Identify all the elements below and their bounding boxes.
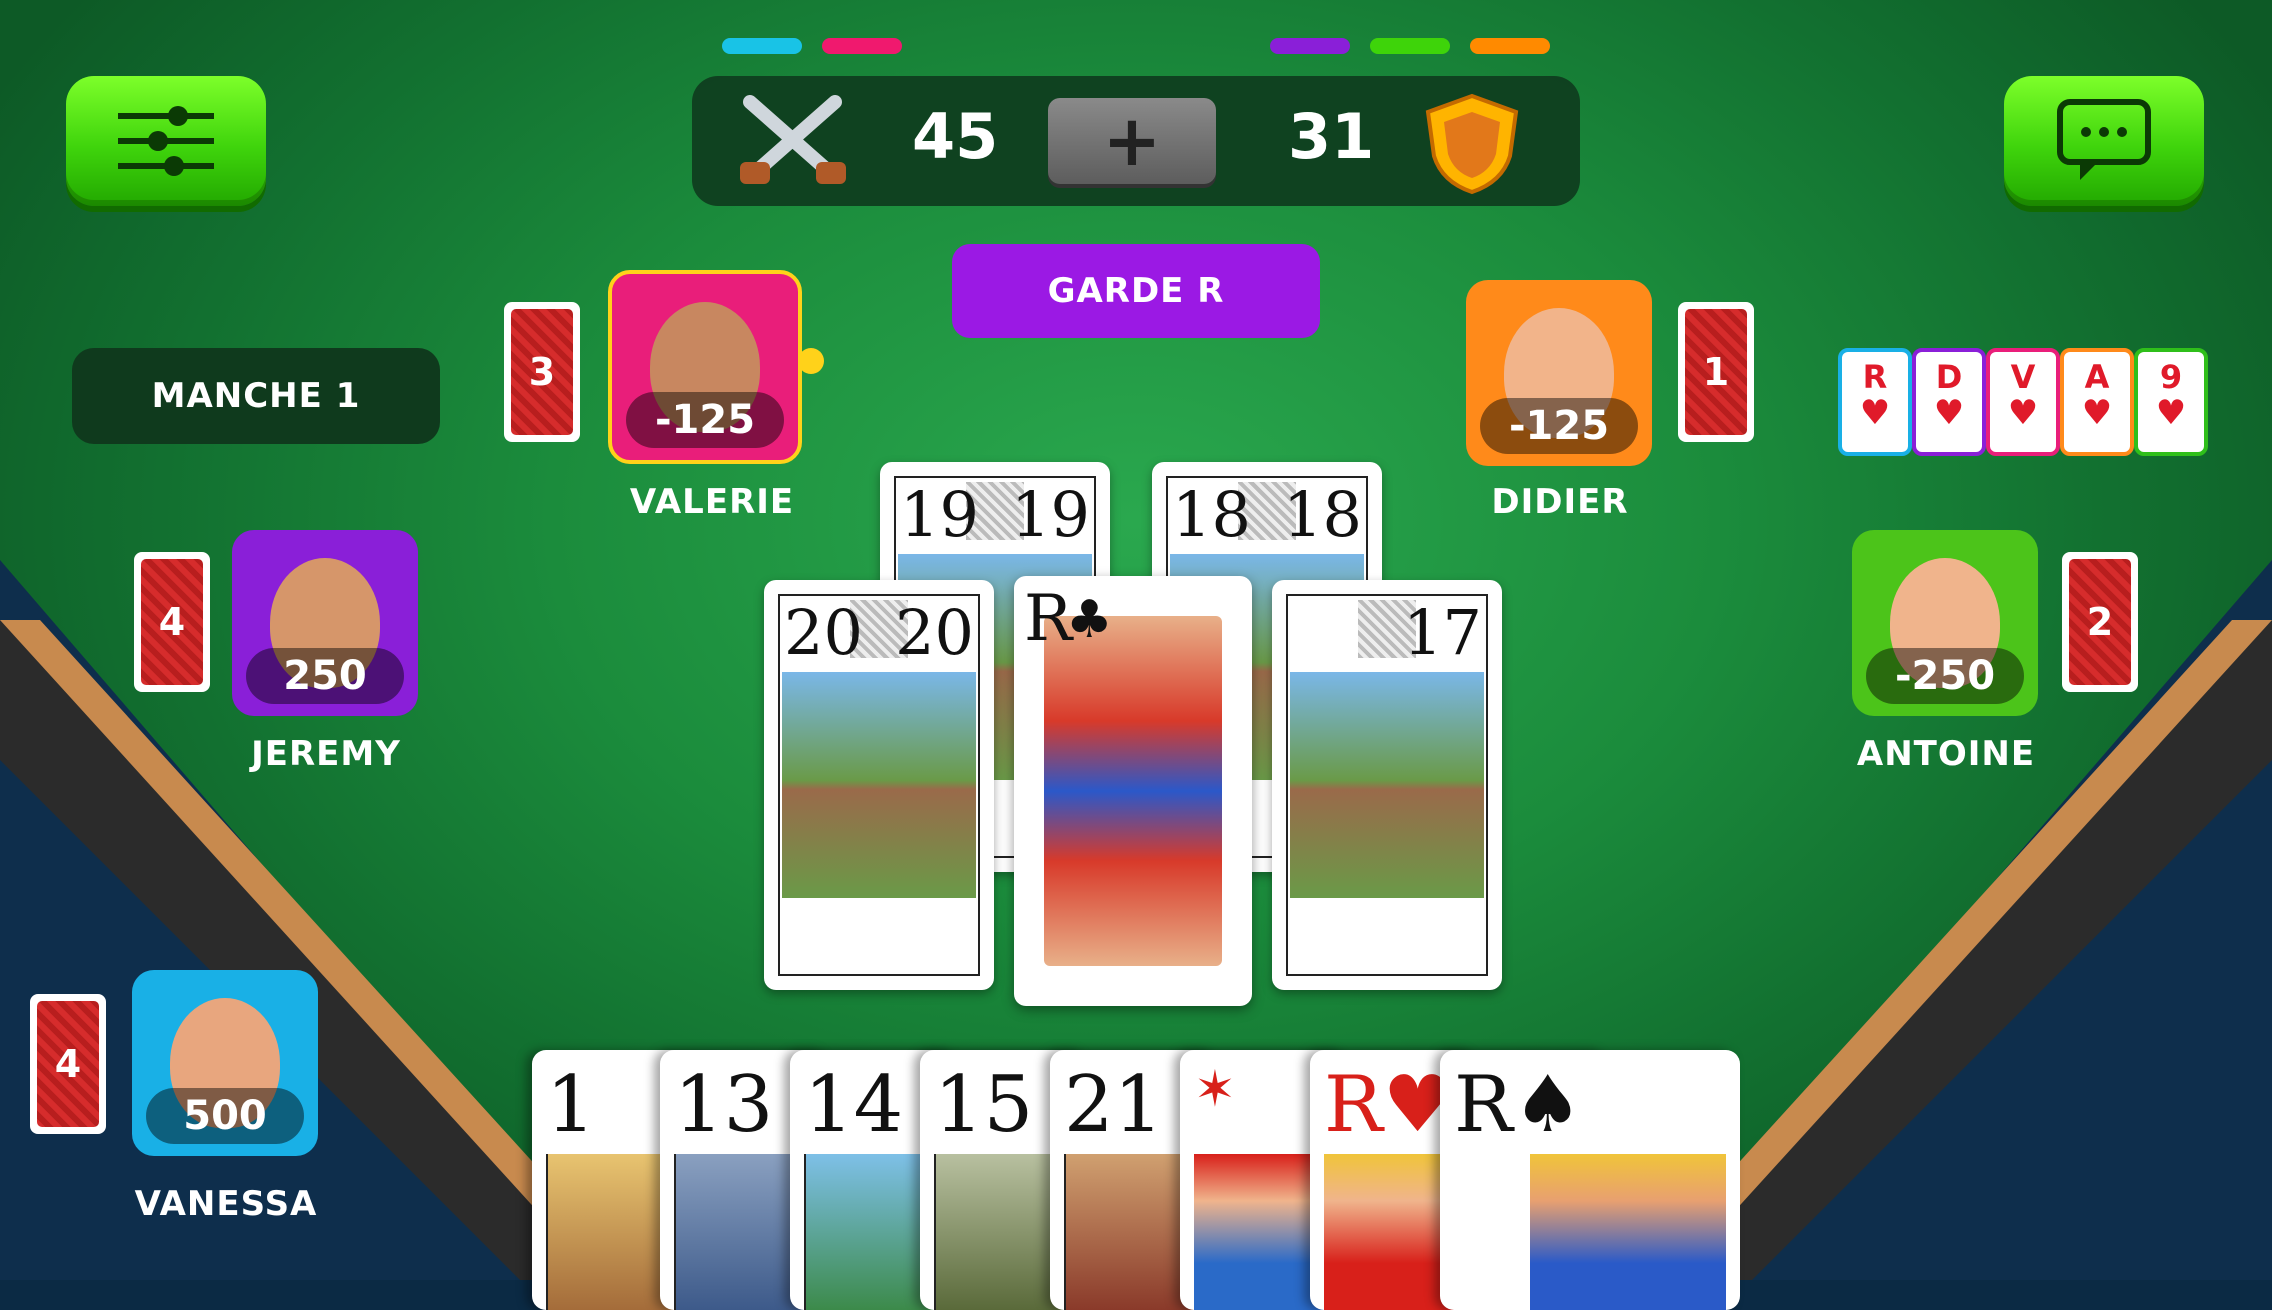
card-count-value: 4 <box>141 559 203 685</box>
hand-card-label: 13 <box>674 1060 774 1150</box>
called-card: V ♥ <box>1986 348 2060 456</box>
team-color-bar <box>722 38 802 54</box>
vanessa-score: 500 <box>146 1088 304 1144</box>
heart-icon: ♥ <box>2007 393 2039 433</box>
hand-card-label: ✶ <box>1194 1060 1236 1118</box>
card-count-value: 4 <box>37 1001 99 1127</box>
hand-card-label: 21 <box>1064 1060 1164 1150</box>
trick-card-king-clubs: R ♣ <box>1014 576 1252 1006</box>
hand-card-label: 1 <box>546 1060 596 1150</box>
heart-icon: ♥ <box>1859 393 1891 433</box>
team-color-bar <box>1270 38 1350 54</box>
team-color-bar <box>1470 38 1550 54</box>
valerie-avatar[interactable]: -125 <box>608 270 802 464</box>
hand-card-king-spades[interactable]: R♠ <box>1440 1050 1740 1310</box>
called-card-rank: V <box>2010 358 2036 396</box>
defense-score: 31 <box>1288 100 1375 173</box>
round-label: MANCHE 1 <box>72 348 440 444</box>
team-color-bar <box>1370 38 1450 54</box>
didier-name: DIDIER <box>1491 482 1629 522</box>
card-number: 19 <box>1011 478 1090 551</box>
hand-card-label: R♠ <box>1454 1060 1583 1150</box>
jeremy-score: 250 <box>246 648 404 704</box>
crossed-swords-icon <box>740 95 846 184</box>
vanessa-name: VANESSA <box>134 1184 318 1224</box>
called-card: D ♥ <box>1912 348 1986 456</box>
trick-card-17: 17 <box>1272 580 1502 990</box>
heart-icon: ♥ <box>1933 393 1965 433</box>
card-count-value: 1 <box>1685 309 1747 435</box>
card-number: 20 <box>895 596 974 669</box>
settings-button[interactable] <box>66 76 266 206</box>
team-color-bar <box>822 38 902 54</box>
called-card-rank: R <box>1862 358 1888 396</box>
jeremy-card-count: 4 <box>134 552 210 692</box>
trick-card-20: 20 20 <box>764 580 994 990</box>
card-number: 18 <box>1283 478 1362 551</box>
valerie-score: -125 <box>626 392 784 448</box>
card-number: 20 <box>784 596 863 669</box>
called-card: A ♥ <box>2060 348 2134 456</box>
valerie-card-count: 3 <box>504 302 580 442</box>
card-number: 18 <box>1172 478 1251 551</box>
antoine-card-count: 2 <box>2062 552 2138 692</box>
antoine-avatar[interactable]: -250 <box>1852 530 2038 716</box>
called-card-rank: 9 <box>2159 358 2183 396</box>
chat-bubble-icon <box>2057 99 2151 180</box>
turn-indicator <box>798 348 824 374</box>
shield-icon <box>1425 93 1519 195</box>
vanessa-avatar[interactable]: 500 <box>132 970 318 1156</box>
antoine-score: -250 <box>1866 648 2024 704</box>
club-icon: ♣ <box>1066 590 1113 650</box>
card-number: 17 <box>1403 596 1482 669</box>
add-points-button[interactable]: + <box>1048 98 1216 184</box>
hand-card-label: 15 <box>934 1060 1034 1150</box>
antoine-name: ANTOINE <box>1856 734 2036 774</box>
heart-icon: ♥ <box>2081 393 2113 433</box>
plus-icon: + <box>1102 100 1162 182</box>
called-card: 9 ♥ <box>2134 348 2208 456</box>
didier-card-count: 1 <box>1678 302 1754 442</box>
heart-icon: ♥ <box>2155 393 2187 433</box>
hand-card-label: 14 <box>804 1060 904 1150</box>
card-number: 19 <box>900 478 979 551</box>
jeremy-name: JEREMY <box>251 734 401 774</box>
card-rank: R <box>1024 582 1073 656</box>
attack-score: 45 <box>912 100 999 173</box>
card-count-value: 2 <box>2069 559 2131 685</box>
jeremy-avatar[interactable]: 250 <box>232 530 418 716</box>
contract-label: GARDE R <box>952 244 1320 338</box>
hand-card-label: R♥ <box>1324 1060 1453 1150</box>
called-card-rank: A <box>2084 358 2110 396</box>
sliders-icon <box>118 106 214 176</box>
didier-score: -125 <box>1480 398 1638 454</box>
card-count-value: 3 <box>511 309 573 435</box>
didier-avatar[interactable]: -125 <box>1466 280 1652 466</box>
called-card: R ♥ <box>1838 348 1912 456</box>
chat-button[interactable] <box>2004 76 2204 206</box>
valerie-name: VALERIE <box>629 482 795 522</box>
called-card-rank: D <box>1935 358 1963 396</box>
vanessa-card-count: 4 <box>30 994 106 1134</box>
